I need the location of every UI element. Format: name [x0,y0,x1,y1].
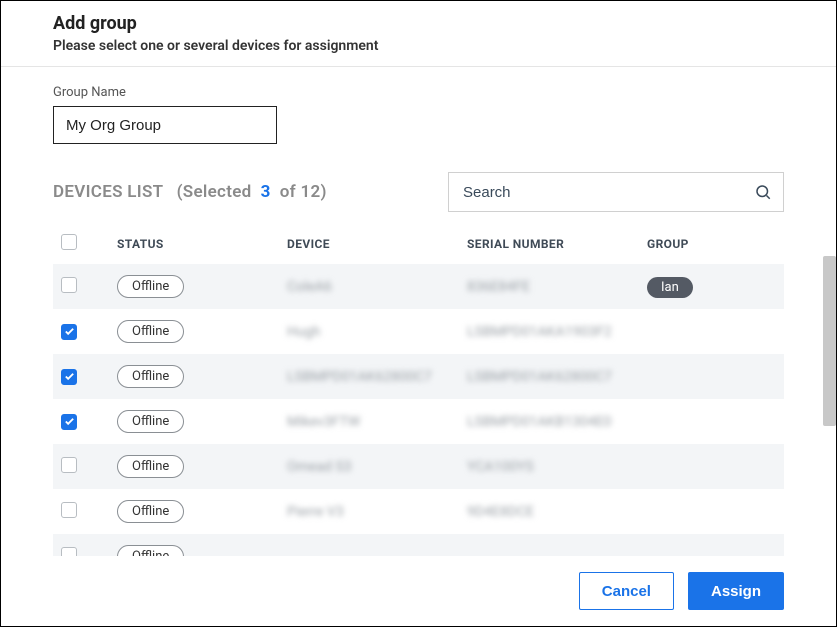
row-device: LSBMPD01AK62800C7 [287,369,467,385]
search-input[interactable] [448,172,784,212]
dialog-subtitle: Please select one or several devices for… [53,38,784,54]
list-title-prefix: DEVICES LIST [53,182,163,202]
search-wrap [448,172,784,212]
row-checkbox-cell [61,502,117,522]
selected-open: (Selected [177,182,252,202]
table-header: STATUS DEVICE SERIAL NUMBER GROUP [53,224,784,264]
row-checkbox-cell [61,367,117,386]
selected-close-text: of 12) [280,182,327,202]
dialog-footer: Cancel Assign [1,556,836,626]
row-checkbox[interactable] [61,324,77,340]
col-device: DEVICE [287,237,467,251]
row-checkbox-cell [61,277,117,297]
row-status-cell: Offline [117,455,287,478]
row-serial: YCA100YS [467,459,647,475]
search-icon[interactable] [754,183,772,201]
row-checkbox-cell [61,457,117,477]
status-badge: Offline [117,365,184,388]
row-status-cell: Offline [117,365,287,388]
table-row[interactable]: Offline Mikev3FTWLSBMPD01AKB1304E0 [53,399,784,444]
row-group: Ian [647,276,784,298]
row-checkbox-cell [61,322,117,341]
row-checkbox[interactable] [61,502,77,518]
select-all-cell [61,234,117,254]
row-status-cell: Offline [117,275,287,298]
row-serial: 9D4E8DCE [467,504,647,520]
dialog-title: Add group [53,13,784,34]
col-group: GROUP [647,237,797,251]
dialog-content: Group Name DEVICES LIST (Selected 3 of 1… [1,67,836,579]
selected-count: 3 [261,182,271,202]
row-device: Pierre V3 [287,504,467,520]
col-status: STATUS [117,237,287,251]
row-serial: 836E84FE [467,279,647,295]
list-header-row: DEVICES LIST (Selected 3 of 12) [53,172,784,212]
row-serial: LSBMPD01AKB1304E0 [467,414,647,430]
row-serial: LSBMPD01AKA1903F2 [467,324,647,340]
status-badge: Offline [117,320,184,343]
status-badge: Offline [117,275,184,298]
row-checkbox[interactable] [61,414,77,430]
row-status-cell: Offline [117,410,287,433]
row-checkbox[interactable] [61,457,77,473]
col-serial: SERIAL NUMBER [467,237,647,251]
scrollbar-thumb[interactable] [823,256,836,426]
row-status-cell: Offline [117,500,287,523]
table-row[interactable]: Offline ColeA6836E84FEIan [53,264,784,309]
devices-table: STATUS DEVICE SERIAL NUMBER GROUP Offlin… [53,224,784,579]
status-badge: Offline [117,455,184,478]
status-badge: Offline [117,500,184,523]
table-row[interactable]: Offline Omead S3YCA100YS [53,444,784,489]
table-row[interactable]: Offline HughLSBMPD01AKA1903F2 [53,309,784,354]
cancel-button[interactable]: Cancel [579,572,674,610]
row-checkbox[interactable] [61,277,77,293]
row-serial: LSBMPD01AK62800C7 [467,369,647,385]
group-badge: Ian [647,277,693,298]
table-body: OfflineColeA6836E84FEIanOfflineHughLSBMP… [53,264,784,579]
row-device: ColeA6 [287,279,467,295]
devices-list-title: DEVICES LIST (Selected 3 of 12) [53,182,327,202]
row-device: Mikev3FTW [287,414,467,430]
assign-button[interactable]: Assign [688,572,784,610]
select-all-checkbox[interactable] [61,234,77,250]
row-checkbox[interactable] [61,369,77,385]
status-badge: Offline [117,410,184,433]
dialog-header: Add group Please select one or several d… [1,1,836,67]
group-name-input[interactable] [53,106,277,144]
row-device: Omead S3 [287,459,467,475]
row-status-cell: Offline [117,320,287,343]
row-device: Hugh [287,324,467,340]
table-row[interactable]: Offline LSBMPD01AK62800C7LSBMPD01AK62800C… [53,354,784,399]
group-name-label: Group Name [53,85,784,100]
row-checkbox-cell [61,412,117,431]
table-row[interactable]: Offline Pierre V39D4E8DCE [53,489,784,534]
